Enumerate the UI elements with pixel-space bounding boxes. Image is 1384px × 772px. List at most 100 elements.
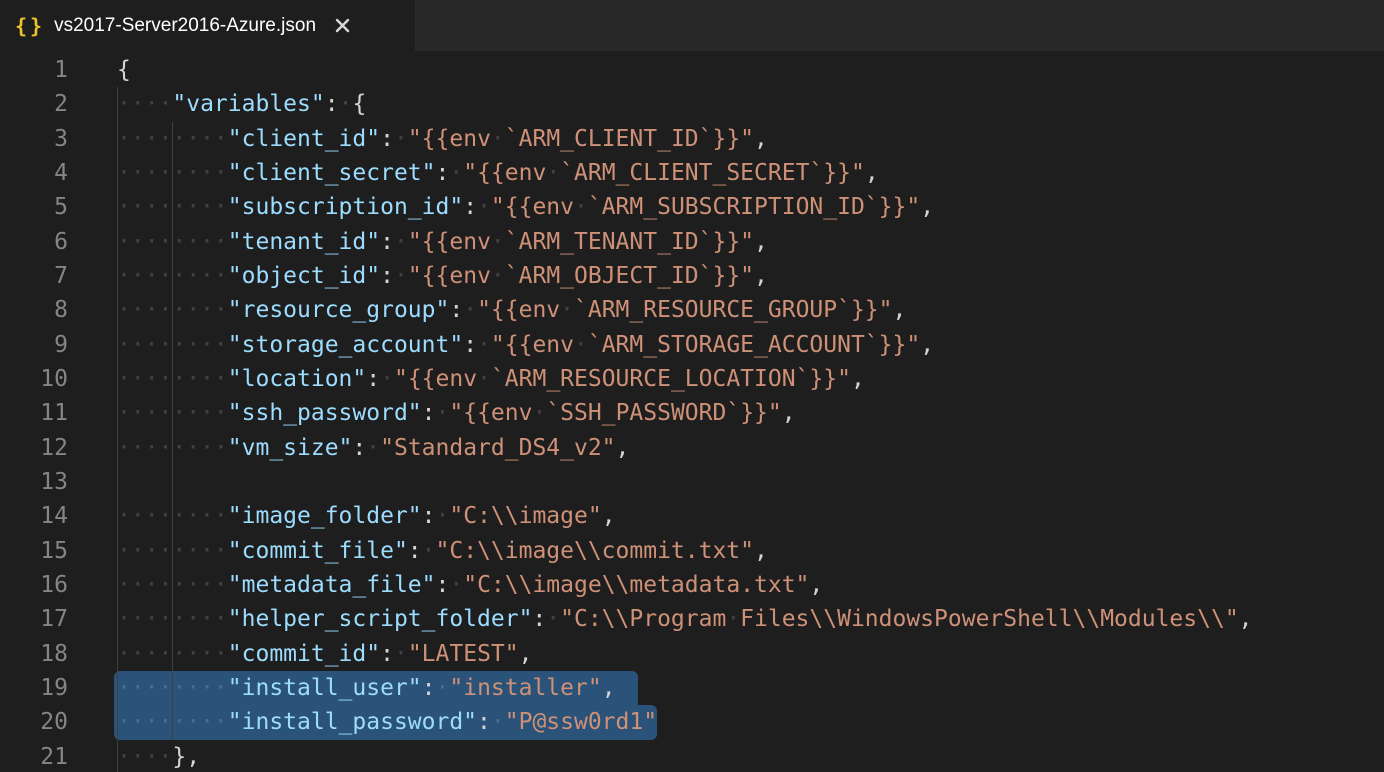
indent-guide <box>117 362 118 396</box>
code-line-18[interactable]: 18 ········"commit_id":·"LATEST", <box>0 637 1384 671</box>
indent-guide <box>117 705 118 739</box>
line-number[interactable]: 21 <box>0 740 68 772</box>
whitespace-dots: · <box>574 332 588 358</box>
json-punctuation: , <box>519 641 533 667</box>
line-content[interactable]: ········"commit_id":·"LATEST", <box>117 637 532 671</box>
line-content[interactable]: ········"image_folder":·"C:\\image", <box>117 499 616 533</box>
line-content[interactable]: ········"object_id":·"{{env·`ARM_OBJECT_… <box>117 259 768 293</box>
code-line-5[interactable]: 5 ········"subscription_id":·"{{env·`ARM_… <box>0 190 1384 224</box>
line-number[interactable]: 13 <box>0 465 68 499</box>
json-punctuation: :· <box>408 538 436 564</box>
code-line-9[interactable]: 9········"storage_account":·"{{env·`ARM_… <box>0 328 1384 362</box>
code-line-14[interactable]: 14 ········"image_folder":·"C:\\image", <box>0 499 1384 533</box>
line-content[interactable]: ····}, <box>117 740 200 772</box>
json-key: "install_password" <box>228 709 477 735</box>
whitespace-dots: · <box>491 709 505 735</box>
indent-guide <box>172 122 173 156</box>
json-punctuation: :· <box>366 366 394 392</box>
json-punctuation: :· <box>380 641 408 667</box>
code-line-13[interactable]: 13 <box>0 465 1384 499</box>
indent-guide <box>172 293 173 327</box>
line-content[interactable]: ····"variables":·{ <box>117 87 366 121</box>
tab-bar: {} vs2017-Server2016-Azure.json <box>0 0 1384 51</box>
code-editor[interactable]: 1{2····"variables":·{3········"client_id… <box>0 51 1384 772</box>
line-content[interactable]: ········"storage_account":·"{{env·`ARM_S… <box>117 328 934 362</box>
json-key: "commit_id" <box>228 641 380 667</box>
line-content[interactable]: ········"vm_size":·"Standard_DS4_v2", <box>117 431 629 465</box>
json-string: "LATEST" <box>408 641 519 667</box>
line-number[interactable]: 10 <box>0 362 68 396</box>
tab-close-icon[interactable] <box>331 15 353 37</box>
line-content[interactable]: ········"install_user":·"installer", <box>117 671 638 705</box>
code-line-20[interactable]: 20········"install_password":·"P@ssw0rd1… <box>0 705 1384 739</box>
line-number[interactable]: 17 <box>0 602 68 636</box>
line-number[interactable]: 5 <box>0 190 68 224</box>
line-content[interactable]: ········"metadata_file":·"C:\\image\\met… <box>117 568 823 602</box>
json-punctuation: :· <box>380 229 408 255</box>
code-line-17[interactable]: 17········"helper_script_folder":·"C:\\P… <box>0 602 1384 636</box>
line-number[interactable]: 20 <box>0 705 68 739</box>
line-number[interactable]: 11 <box>0 396 68 430</box>
line-content[interactable]: ········"subscription_id":·"{{env·`ARM_S… <box>117 190 934 224</box>
code-line-11[interactable]: 11 ········"ssh_password":·"{{env·`SSH_PA… <box>0 396 1384 430</box>
line-number[interactable]: 1 <box>0 53 68 87</box>
line-content[interactable]: { <box>117 53 131 87</box>
indent-guide <box>117 671 118 705</box>
line-number[interactable]: 3 <box>0 122 68 156</box>
indent-guide <box>117 190 118 224</box>
json-key: "ssh_password" <box>228 400 422 426</box>
line-content[interactable]: ········"client_id":·"{{env·`ARM_CLIENT_… <box>117 122 768 156</box>
json-punctuation: :· <box>422 400 450 426</box>
code-line-15[interactable]: 15 ········"commit_file":·"C:\\image\\com… <box>0 534 1384 568</box>
code-line-2[interactable]: 2 ····"variables":·{ <box>0 87 1384 121</box>
line-number[interactable]: 14 <box>0 499 68 533</box>
json-key: "storage_account" <box>228 332 463 358</box>
line-content[interactable]: ········"commit_file":·"C:\\image\\commi… <box>117 534 768 568</box>
line-content[interactable]: ········"location":·"{{env·`ARM_RESOURCE… <box>117 362 865 396</box>
line-number[interactable]: 9 <box>0 328 68 362</box>
line-number[interactable]: 12 <box>0 431 68 465</box>
whitespace-dots: · <box>726 606 740 632</box>
indent-guide <box>117 225 118 259</box>
json-string: "{{env·`ARM_RESOURCE_GROUP`}}" <box>477 297 892 323</box>
line-content[interactable]: ········"ssh_password":·"{{env·`SSH_PASS… <box>117 396 796 430</box>
whitespace-dots: · <box>366 435 380 461</box>
code-line-10[interactable]: 10 ········"location":·"{{env·`ARM_RESOUR… <box>0 362 1384 396</box>
code-line-3[interactable]: 3 ········"client_id":·"{{env·`ARM_CLIENT… <box>0 122 1384 156</box>
json-punctuation: :· <box>449 297 477 323</box>
whitespace-dots: · <box>491 229 505 255</box>
line-number[interactable]: 2 <box>0 87 68 121</box>
tab-active-file[interactable]: {} vs2017-Server2016-Azure.json <box>0 0 415 51</box>
indent-guide <box>172 396 173 430</box>
json-punctuation: :· <box>463 194 491 220</box>
code-line-19[interactable]: 19 ········"install_user":·"installer", <box>0 671 1384 705</box>
json-punctuation: , <box>893 297 907 323</box>
code-line-8[interactable]: 8 ········"resource_group":·"{{env·`ARM_R… <box>0 293 1384 327</box>
json-string: "{{env·`ARM_RESOURCE_LOCATION`}}" <box>394 366 851 392</box>
code-line-4[interactable]: 4 ········"client_secret":·"{{env·`ARM_CL… <box>0 156 1384 190</box>
line-content[interactable]: ········"resource_group":·"{{env·`ARM_RE… <box>117 293 906 327</box>
json-punctuation: , <box>920 332 934 358</box>
code-line-12[interactable]: 12 ········"vm_size":·"Standard_DS4_v2", <box>0 431 1384 465</box>
code-line-16[interactable]: 16 ········"metadata_file":·"C:\\image\\m… <box>0 568 1384 602</box>
whitespace-dots: · <box>449 160 463 186</box>
json-punctuation: , <box>602 503 616 529</box>
line-number[interactable]: 8 <box>0 293 68 327</box>
code-line-7[interactable]: 7 ········"object_id":·"{{env·`ARM_OBJECT… <box>0 259 1384 293</box>
line-content[interactable]: ········"client_secret":·"{{env·`ARM_CLI… <box>117 156 879 190</box>
line-number[interactable]: 16 <box>0 568 68 602</box>
line-content[interactable]: ········"helper_script_folder":·"C:\\Pro… <box>117 602 1253 636</box>
line-number[interactable]: 18 <box>0 637 68 671</box>
line-number[interactable]: 19 <box>0 671 68 705</box>
line-content[interactable]: ········"tenant_id":·"{{env·`ARM_TENANT_… <box>117 225 768 259</box>
json-key: "helper_script_folder" <box>228 606 533 632</box>
line-content[interactable]: ········"install_password":·"P@ssw0rd1" <box>117 705 657 739</box>
line-number[interactable]: 7 <box>0 259 68 293</box>
line-number[interactable]: 4 <box>0 156 68 190</box>
line-number[interactable]: 6 <box>0 225 68 259</box>
code-line-21[interactable]: 21 ····}, <box>0 740 1384 772</box>
code-line-6[interactable]: 6 ········"tenant_id":·"{{env·`ARM_TENANT… <box>0 225 1384 259</box>
json-punctuation: , <box>1239 606 1253 632</box>
line-number[interactable]: 15 <box>0 534 68 568</box>
code-line-1[interactable]: 1{ <box>0 53 1384 87</box>
